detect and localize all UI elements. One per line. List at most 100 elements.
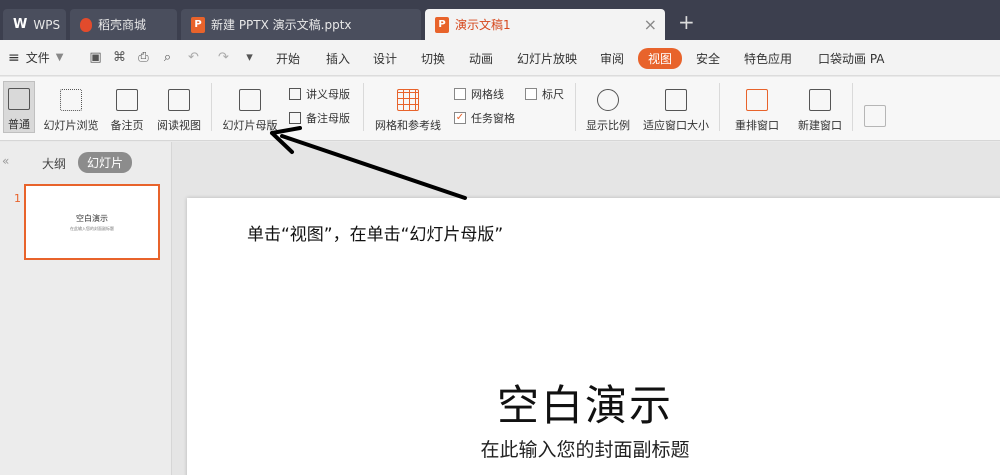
normal-view-icon bbox=[8, 88, 30, 110]
ruler-checkbox[interactable]: 标尺 bbox=[525, 86, 564, 102]
fit-window-icon bbox=[665, 89, 687, 111]
tab-slides[interactable]: 幻灯片 bbox=[78, 152, 133, 173]
slide-subtitle[interactable]: 在此输入您的封面副标题 bbox=[380, 435, 790, 462]
wps-logo-icon: W bbox=[13, 17, 28, 32]
menu-bar: ≡ 文件 ▼ ▣ ⌘ ⎙ ⌕ ↶ ↷ ▾ 开始 插入 设计 切换 动画 幻灯片放… bbox=[0, 40, 1000, 76]
new-tab-button[interactable]: + bbox=[678, 10, 695, 34]
menu-transitions[interactable]: 切换 bbox=[421, 50, 445, 67]
gridlines-label: 网格线 bbox=[471, 88, 504, 101]
menu-pocket-animation[interactable]: 口袋动画 PA bbox=[818, 50, 885, 67]
tab-wps[interactable]: W WPS bbox=[3, 9, 66, 40]
slides-panel: « 大纲 幻灯片 1 空白演示 在此输入您的封面副标题 bbox=[0, 142, 172, 475]
menu-slideshow[interactable]: 幻灯片放映 bbox=[517, 50, 577, 67]
presentation-icon: P bbox=[191, 16, 205, 33]
slide-sorter-button[interactable]: 幻灯片浏览 bbox=[40, 81, 102, 133]
ribbon: 普通 幻灯片浏览 备注页 阅读视图 幻灯片母版 讲义母版 备注母版 网格和参考线… bbox=[0, 77, 1000, 141]
menu-review[interactable]: 审阅 bbox=[600, 50, 624, 67]
tab-label: 演示文稿1 bbox=[455, 18, 511, 32]
notes-master-label: 备注母版 bbox=[306, 112, 350, 125]
ruler-label: 标尺 bbox=[542, 88, 564, 101]
grid-guides-button[interactable]: 网格和参考线 bbox=[370, 81, 446, 133]
menu-view[interactable]: 视图 bbox=[638, 48, 683, 69]
menu-design[interactable]: 设计 bbox=[373, 50, 397, 67]
grid-guides-label: 网格和参考线 bbox=[375, 119, 441, 132]
slide-title[interactable]: 空白演示 bbox=[380, 372, 790, 433]
format-painter-icon[interactable]: ⌘ bbox=[112, 50, 127, 65]
save-icon[interactable]: ▣ bbox=[88, 50, 103, 65]
instruction-annotation: 单击“视图”，在单击“幻灯片母版” bbox=[247, 225, 504, 245]
reading-view-label: 阅读视图 bbox=[157, 119, 201, 132]
notes-page-button[interactable]: 备注页 bbox=[106, 81, 148, 133]
tab-presentation1[interactable]: P 演示文稿1 × bbox=[425, 9, 665, 40]
switch-window-button[interactable] bbox=[860, 81, 890, 133]
file-menu[interactable]: ≡ 文件 ▼ bbox=[8, 49, 63, 66]
arrange-windows-icon bbox=[746, 89, 768, 111]
slide-master-button[interactable]: 幻灯片母版 bbox=[218, 81, 282, 133]
grid-view-icon bbox=[60, 89, 82, 111]
slide-sorter-label: 幻灯片浏览 bbox=[43, 119, 99, 132]
divider bbox=[363, 83, 364, 131]
fit-window-label: 适应窗口大小 bbox=[643, 119, 709, 132]
collapse-icon[interactable]: « bbox=[2, 154, 9, 168]
new-window-icon bbox=[809, 89, 831, 111]
divider bbox=[852, 83, 853, 131]
switch-window-icon bbox=[864, 105, 886, 127]
title-bar: W WPS 稻壳商城 P 新建 PPTX 演示文稿.pptx P 演示文稿1 ×… bbox=[0, 0, 1000, 40]
redo-icon[interactable]: ↷ bbox=[216, 50, 231, 65]
reading-view-button[interactable]: 阅读视图 bbox=[153, 81, 205, 133]
print-icon[interactable]: ⎙ bbox=[136, 50, 151, 65]
divider bbox=[719, 83, 720, 131]
grid-icon bbox=[397, 89, 419, 111]
tab-new-pptx[interactable]: P 新建 PPTX 演示文稿.pptx bbox=[181, 9, 421, 40]
tab-outline[interactable]: 大纲 bbox=[42, 155, 66, 172]
normal-label: 普通 bbox=[8, 118, 30, 131]
menu-animations[interactable]: 动画 bbox=[469, 50, 493, 67]
notes-page-icon bbox=[116, 89, 138, 111]
zoom-label: 显示比例 bbox=[586, 119, 630, 132]
notes-master-button[interactable]: 备注母版 bbox=[289, 110, 350, 126]
zoom-icon bbox=[597, 89, 619, 111]
presentation-icon: P bbox=[435, 16, 449, 33]
handout-master-button[interactable]: 讲义母版 bbox=[289, 86, 350, 102]
tab-docer-store[interactable]: 稻壳商城 bbox=[70, 9, 177, 40]
tab-label: 新建 PPTX 演示文稿.pptx bbox=[211, 18, 352, 32]
print-preview-icon[interactable]: ⌕ bbox=[160, 50, 175, 65]
close-icon[interactable]: × bbox=[644, 15, 657, 34]
new-window-button[interactable]: 新建窗口 bbox=[794, 81, 846, 133]
fit-window-button[interactable]: 适应窗口大小 bbox=[639, 81, 713, 133]
slide-thumbnail[interactable]: 空白演示 在此输入您的封面副标题 bbox=[24, 184, 160, 260]
undo-icon[interactable]: ↶ bbox=[186, 50, 201, 65]
book-icon bbox=[168, 89, 190, 111]
checkbox-checked-icon: ✓ bbox=[454, 112, 466, 124]
file-label: 文件 bbox=[25, 51, 50, 65]
new-window-label: 新建窗口 bbox=[798, 119, 842, 132]
menu-home[interactable]: 开始 bbox=[276, 50, 300, 67]
thumb-title: 空白演示 bbox=[76, 213, 108, 223]
chevron-down-icon: ▼ bbox=[55, 52, 64, 63]
menu-insert[interactable]: 插入 bbox=[326, 50, 350, 67]
normal-view-button[interactable]: 普通 bbox=[3, 81, 35, 133]
divider bbox=[211, 83, 212, 131]
notes-master-icon bbox=[289, 112, 301, 124]
notes-page-label: 备注页 bbox=[110, 119, 144, 132]
menu-icon: ≡ bbox=[8, 49, 20, 66]
handout-icon bbox=[289, 88, 301, 100]
slide-number: 1 bbox=[14, 192, 21, 205]
menu-security[interactable]: 安全 bbox=[696, 50, 720, 67]
thumb-subtitle: 在此输入您的封面副标题 bbox=[70, 225, 114, 231]
gridlines-checkbox[interactable]: 网格线 bbox=[454, 86, 504, 102]
task-pane-checkbox[interactable]: ✓ 任务窗格 bbox=[454, 110, 515, 126]
arrange-windows-label: 重排窗口 bbox=[735, 119, 779, 132]
menu-features[interactable]: 特色应用 bbox=[744, 50, 792, 67]
handout-master-label: 讲义母版 bbox=[306, 88, 350, 101]
checkbox-unchecked-icon bbox=[454, 88, 466, 100]
tab-label: WPS bbox=[33, 17, 61, 32]
tab-label: 稻壳商城 bbox=[98, 18, 147, 32]
slide-master-icon bbox=[239, 89, 261, 111]
slide-master-label: 幻灯片母版 bbox=[222, 119, 278, 132]
divider bbox=[575, 83, 576, 131]
zoom-button[interactable]: 显示比例 bbox=[583, 81, 633, 133]
task-pane-label: 任务窗格 bbox=[471, 112, 515, 125]
more-icon[interactable]: ▾ bbox=[242, 50, 257, 65]
arrange-windows-button[interactable]: 重排窗口 bbox=[727, 81, 787, 133]
